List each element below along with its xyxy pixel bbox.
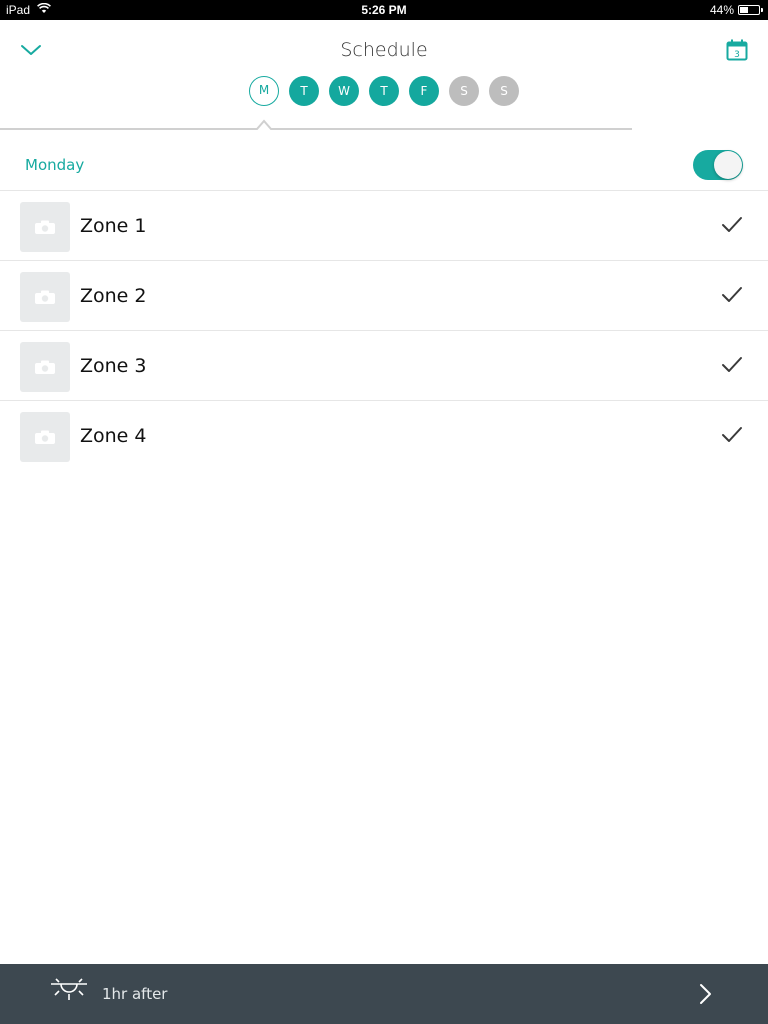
- day-divider: [0, 119, 632, 130]
- camera-icon: [35, 290, 55, 304]
- day-monday[interactable]: M: [249, 76, 279, 106]
- calendar-day-number: 3: [734, 50, 740, 60]
- zone-row[interactable]: Zone 4: [0, 401, 768, 471]
- zone-row[interactable]: Zone 2: [0, 261, 768, 331]
- zone-photo-placeholder: [20, 272, 70, 322]
- status-bar: iPad 5:26 PM 44%: [0, 0, 768, 20]
- chevron-right-icon[interactable]: [697, 982, 713, 1006]
- timing-bar[interactable]: 1hr after: [0, 964, 768, 1024]
- timing-label: 1hr after: [102, 985, 168, 1003]
- zone-name: Zone 3: [80, 355, 147, 377]
- section-label: Monday: [25, 156, 85, 174]
- checkmark-icon[interactable]: [721, 426, 743, 444]
- zone-name: Zone 1: [80, 215, 147, 237]
- zone-row[interactable]: Zone 1: [0, 191, 768, 261]
- day-sunday[interactable]: S: [489, 76, 519, 106]
- zone-photo-placeholder: [20, 342, 70, 392]
- day-enabled-toggle[interactable]: [693, 150, 743, 180]
- camera-icon: [35, 360, 55, 374]
- zone-row[interactable]: Zone 3: [0, 331, 768, 401]
- status-time: 5:26 PM: [361, 3, 407, 17]
- zone-list: Zone 1 Zone 2 Zone 3 Zone 4: [0, 190, 768, 471]
- day-tuesday[interactable]: T: [289, 76, 319, 106]
- zone-photo-placeholder: [20, 412, 70, 462]
- zone-name: Zone 2: [80, 285, 147, 307]
- day-saturday[interactable]: S: [449, 76, 479, 106]
- checkmark-icon[interactable]: [721, 216, 743, 234]
- checkmark-icon[interactable]: [721, 286, 743, 304]
- camera-icon: [35, 430, 55, 444]
- page-title: Schedule: [340, 39, 428, 61]
- sunrise-icon: [51, 978, 87, 1000]
- zone-photo-placeholder: [20, 202, 70, 252]
- day-thursday[interactable]: T: [369, 76, 399, 106]
- day-friday[interactable]: F: [409, 76, 439, 106]
- zone-name: Zone 4: [80, 425, 147, 447]
- camera-icon: [35, 220, 55, 234]
- checkmark-icon[interactable]: [721, 356, 743, 374]
- battery-icon: [738, 5, 763, 15]
- toggle-knob: [714, 151, 742, 179]
- calendar-icon[interactable]: 3: [726, 39, 748, 61]
- battery-percent: 44%: [709, 3, 734, 17]
- day-wednesday[interactable]: W: [329, 76, 359, 106]
